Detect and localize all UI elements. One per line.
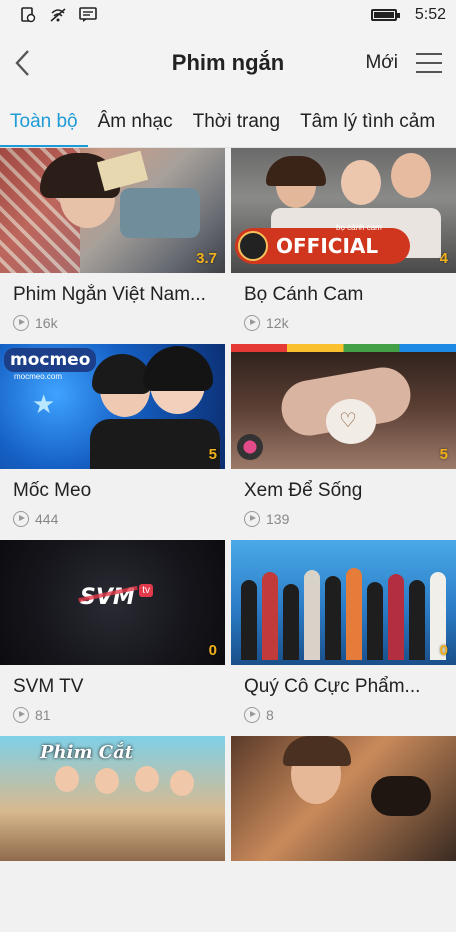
- view-count: 8: [244, 707, 456, 723]
- video-card[interactable]: OFFICIAL bọ cánh cam 4 Bọ Cánh Cam 12k: [231, 148, 456, 344]
- rating-badge: 5: [439, 446, 448, 463]
- view-count: 12k: [244, 315, 456, 331]
- video-card[interactable]: 0 Quý Cô Cực Phẩm... 8: [231, 540, 456, 736]
- tab-music[interactable]: Âm nhạc: [98, 96, 173, 147]
- wifi-icon: [48, 5, 68, 25]
- category-tabs: Toàn bộ Âm nhạc Thời trang Tâm lý tình c…: [0, 96, 456, 148]
- battery-icon: [370, 9, 400, 21]
- tab-romance[interactable]: Tâm lý tình cảm: [300, 96, 435, 147]
- back-button[interactable]: [14, 43, 54, 83]
- video-thumbnail: ♡ 5: [231, 344, 456, 469]
- video-card[interactable]: [231, 736, 456, 932]
- video-thumbnail: OFFICIAL bọ cánh cam 4: [231, 148, 456, 273]
- video-card[interactable]: SVM tv 0 SVM TV 81: [0, 540, 225, 736]
- thumbnail-small-text: tv: [139, 584, 153, 597]
- video-title: Xem Để Sống: [244, 480, 363, 501]
- view-count: 81: [13, 707, 225, 723]
- thumbnail-label: Phim Cắt: [40, 742, 134, 763]
- video-title: Quý Cô Cực Phẩm...: [244, 676, 421, 697]
- rating-badge: 0: [208, 642, 217, 659]
- video-title: SVM TV: [13, 676, 84, 697]
- view-count-value: 139: [266, 511, 290, 527]
- app-header: Phim ngắn Mới: [0, 30, 456, 96]
- view-count: 16k: [13, 315, 225, 331]
- thumbnail-label: OFFICIAL: [276, 234, 379, 258]
- message-icon: [78, 5, 98, 25]
- status-time: 5:52: [414, 6, 446, 23]
- video-card[interactable]: mocmeo mocmeo.com ★ 5 Mốc Meo 444: [0, 344, 225, 540]
- play-count-icon: [13, 315, 29, 331]
- video-thumbnail: 3.7: [0, 148, 225, 273]
- video-thumbnail: SVM tv 0: [0, 540, 225, 665]
- thumbnail-small-text: bọ cánh cam: [336, 223, 382, 232]
- view-count-value: 81: [35, 707, 51, 723]
- video-thumbnail: 0: [231, 540, 456, 665]
- view-count-value: 12k: [266, 315, 289, 331]
- play-count-icon: [244, 707, 260, 723]
- rating-badge: 5: [208, 446, 217, 463]
- rating-badge: 4: [439, 250, 448, 267]
- status-bar: 5:52: [0, 0, 456, 30]
- view-count: 139: [244, 511, 456, 527]
- video-title: Mốc Meo: [13, 480, 92, 501]
- new-button[interactable]: Mới: [365, 52, 398, 74]
- video-card[interactable]: Phim Cắt: [0, 736, 225, 932]
- video-thumbnail: [231, 736, 456, 861]
- video-title: Bọ Cánh Cam: [244, 284, 364, 305]
- chevron-left-icon: [15, 50, 29, 76]
- video-thumbnail: mocmeo mocmeo.com ★ 5: [0, 344, 225, 469]
- alarm-icon: [18, 5, 38, 25]
- rating-badge: 3.7: [196, 250, 217, 267]
- thumbnail-label: mocmeo: [10, 350, 91, 370]
- video-title: Phim Ngắn Việt Nam...: [13, 284, 206, 305]
- video-grid: 3.7 Phim Ngắn Việt Nam... 16k OFFICIAL b…: [0, 148, 456, 932]
- video-card[interactable]: 3.7 Phim Ngắn Việt Nam... 16k: [0, 148, 225, 344]
- video-card[interactable]: ♡ 5 Xem Để Sống 139: [231, 344, 456, 540]
- play-count-icon: [244, 511, 260, 527]
- view-count-value: 16k: [35, 315, 58, 331]
- view-count-value: 444: [35, 511, 59, 527]
- video-thumbnail: Phim Cắt: [0, 736, 225, 861]
- tab-all[interactable]: Toàn bộ: [0, 96, 88, 147]
- tab-fashion[interactable]: Thời trang: [193, 96, 280, 147]
- view-count-value: 8: [266, 707, 274, 723]
- hamburger-icon[interactable]: [416, 53, 442, 73]
- view-count: 444: [13, 511, 225, 527]
- play-count-icon: [13, 511, 29, 527]
- play-count-icon: [13, 707, 29, 723]
- play-count-icon: [244, 315, 260, 331]
- rating-badge: 0: [439, 642, 448, 659]
- thumbnail-small-text: mocmeo.com: [14, 372, 63, 381]
